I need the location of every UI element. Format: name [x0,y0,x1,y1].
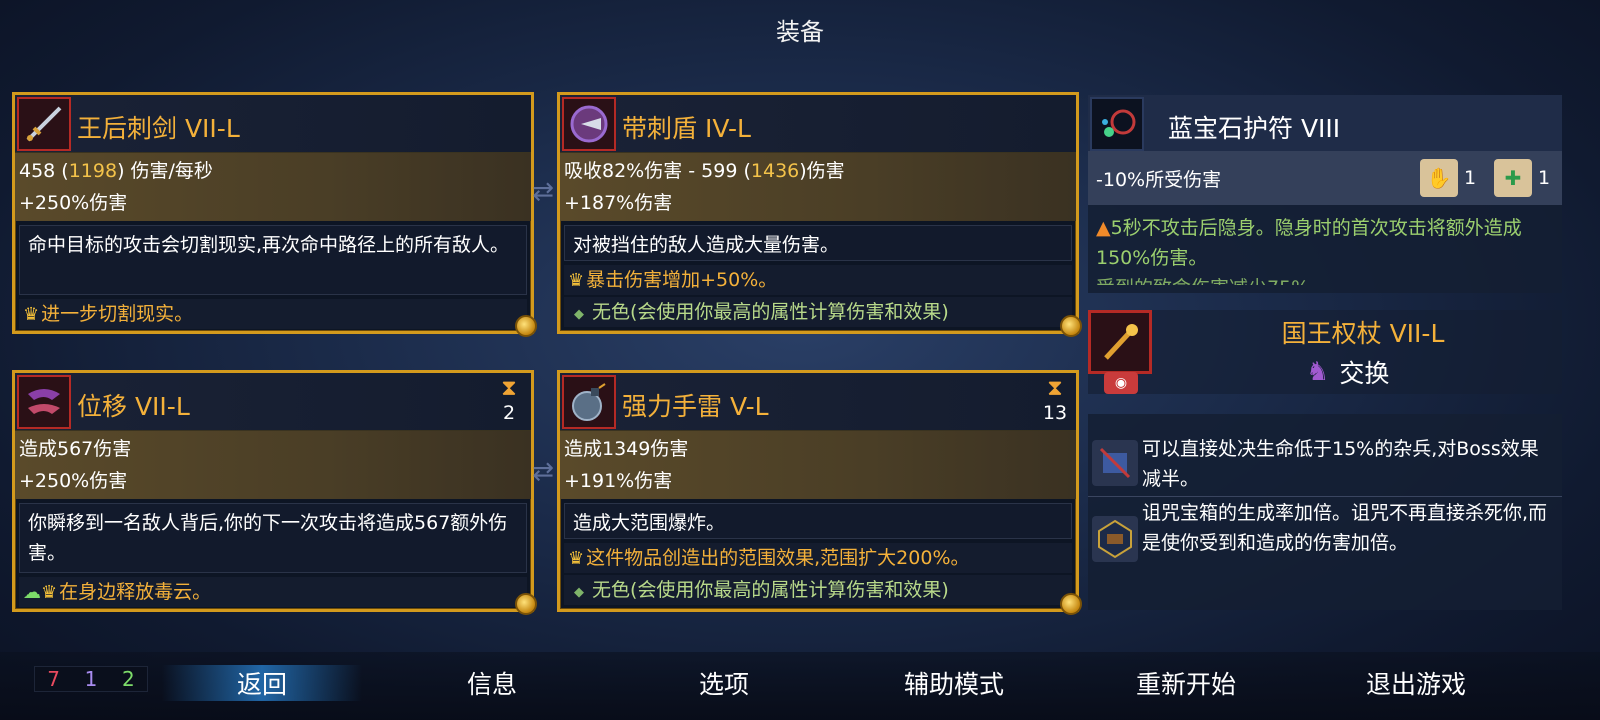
scepter-icon [1088,310,1152,374]
item-stats: 造成1349伤害 +191%伤害 [560,431,1076,499]
card-header: 王后刺剑 VII-L [15,95,531,153]
crown-icon: ♛ [41,582,58,603]
damage-bonus: +250%伤害 [19,192,128,214]
amulet-name: 蓝宝石护符 VIII [1168,114,1341,143]
item-description: 命中目标的攻击会切割现实,再次命中路径上的所有敌人。 [19,225,527,295]
grenade-icon [562,375,616,429]
legendary-affix: ☁♛ 在身边释放毒云。 [19,577,527,607]
crown-icon: ♛ [568,270,585,291]
item-name: 王后刺剑 VII-L [77,114,240,143]
skill-card-secondary[interactable]: 强力手雷 V-L ⧗ 13 造成1349伤害 +191%伤害 造成大范围爆炸。 … [557,370,1082,615]
menu-assist-mode-button[interactable]: 辅助模式 [854,665,1054,701]
brutality-scroll-icon: ✋ [1420,159,1458,197]
cursed-chest-icon [1092,516,1138,562]
affinity-line: ◆ 无色(会使用你最高的属性计算伤害和效果) [564,575,1072,605]
damage-bonus: +191%伤害 [564,470,673,492]
phaser-icon [17,375,71,429]
menu-options-button[interactable]: 选项 [624,665,824,701]
backpack-item-name: 国王权杖 VII-L [1281,319,1445,348]
amulet-header: 蓝宝石护符 VIII [1088,95,1562,151]
hourglass-icon: ⧗ [501,376,517,401]
scroll-red: ✋ 1 [1420,159,1476,197]
legendary-affix: ♛ 这件物品创造出的范围效果,范围扩大200%。 [564,543,1072,573]
amulet-icon [1090,97,1144,151]
cooldown-indicator: ⧗ 13 [1040,377,1070,425]
hourglass-icon: ⧗ [1047,376,1063,401]
item-description: 对被挡住的敌人造成大量伤害。 [564,225,1072,261]
swap-button[interactable]: ♞ 交换 [1306,354,1389,390]
damage-bonus: +187%伤害 [564,192,673,214]
damage-line: 造成567伤害 [19,438,132,460]
block-line: 吸收82%伤害 - 599 (1436)伤害 [564,160,845,182]
card-header: 强力手雷 V-L ⧗ 13 [560,373,1076,431]
item-name: 强力手雷 V-L [622,392,769,421]
poison-cloud-icon: ☁ [23,582,41,603]
damage-bonus: +250%伤害 [19,470,128,492]
cooldown-seconds: 2 [502,402,516,424]
menu-info-button[interactable]: 信息 [392,665,592,701]
brutality-count: 7 [47,667,61,691]
mutation-row[interactable]: 可以直接处决生命低于15%的杂兵,对Boss效果减半。 [1088,434,1562,494]
spiked-shield-icon [562,97,616,151]
affinity-line: ◆ 无色(会使用你最高的属性计算伤害和效果) [564,297,1072,327]
item-stats: 吸收82%伤害 - 599 (1436)伤害 +187%伤害 [560,153,1076,221]
mutation-row[interactable]: 诅咒宝箱的生成率加倍。诅咒不再直接杀死你,而是使你受到和造成的伤害加倍。 [1088,498,1562,562]
menu-restart-button[interactable]: 重新开始 [1086,665,1286,701]
divider [1088,496,1562,497]
flame-icon: ▲ [1096,217,1111,239]
swap-label: 交换 [1339,359,1390,388]
damage-line: 造成1349伤害 [564,438,689,460]
amulet-description: ▲5秒不攻击后隐身。隐身时的首次攻击将额外造成150%伤害。受到的致命伤害减少7… [1096,217,1522,285]
gold-corner-ornament [1060,593,1082,615]
item-name: 位移 VII-L [77,392,190,421]
amulet-panel[interactable]: 蓝宝石护符 VIII -10%所受伤害 ✋ 1 ✚ 1 ▲5秒不攻击后隐身。隐身… [1088,95,1562,293]
item-description: 你瞬移到一名敌人背后,你的下一次攻击将造成567额外伤害。 [19,503,527,573]
scroll-counter: 7 1 2 [34,666,148,692]
scroll-green: ✚ 1 [1494,159,1550,197]
crown-icon: ♛ [23,304,40,325]
cooldown-indicator: ⧗ 2 [497,377,521,425]
mutation-text: 诅咒宝箱的生成率加倍。诅咒不再直接杀死你,而是使你受到和造成的伤害加倍。 [1142,502,1548,554]
amulet-stat-row: -10%所受伤害 ✋ 1 ✚ 1 [1088,151,1562,205]
screen-title: 装备 [776,18,824,46]
rapier-icon [17,97,71,151]
execute-icon [1092,440,1138,486]
amulet-stat: -10%所受伤害 [1096,169,1222,191]
menu-back-button[interactable]: 返回 [162,665,362,701]
tactics-count: 1 [84,667,98,691]
gold-corner-ornament [1060,315,1082,337]
weapon-card-secondary[interactable]: 带刺盾 IV-L 吸收82%伤害 - 599 (1436)伤害 +187%伤害 … [557,92,1082,337]
skill-card-primary[interactable]: 位移 VII-L ⧗ 2 造成567伤害 +250%伤害 你瞬移到一名敌人背后,… [12,370,537,615]
weapon-card-primary[interactable]: 王后刺剑 VII-L 458 (1198) 伤害/每秒 +250%伤害 命中目标… [12,92,537,337]
swap-arrows-icon[interactable]: ⇄ [528,459,558,506]
diamond-icon: ◆ [574,585,584,600]
item-name: 带刺盾 IV-L [622,114,751,143]
cooldown-seconds: 13 [1042,402,1068,424]
item-stats: 458 (1198) 伤害/每秒 +250%伤害 [15,153,531,221]
gold-corner-ornament [515,315,537,337]
swap-arrows-icon[interactable]: ⇄ [528,179,558,226]
backpack-slot[interactable]: ◉ 国王权杖 VII-L ♞ 交换 [1088,310,1562,394]
dps-line: 458 (1198) 伤害/每秒 [19,160,213,182]
gold-corner-ornament [515,593,537,615]
crown-icon: ♛ [568,548,585,569]
card-header: 带刺盾 IV-L [560,95,1076,153]
legendary-affix: ♛ 进一步切割现实。 [19,299,527,329]
pig-badge-icon: ◉ [1104,372,1138,394]
mutations-panel: 可以直接处决生命低于15%的杂兵,对Boss效果减半。 诅咒宝箱的生成率加倍。诅… [1088,414,1562,610]
survival-scroll-icon: ✚ [1494,159,1532,197]
legendary-affix: ♛ 暴击伤害增加+50%。 [564,265,1072,295]
diamond-icon: ◆ [574,307,584,322]
mutation-text: 可以直接处决生命低于15%的杂兵,对Boss效果减半。 [1142,438,1539,490]
item-description: 造成大范围爆炸。 [564,503,1072,539]
card-header: 位移 VII-L ⧗ 2 [15,373,531,431]
menu-quit-button[interactable]: 退出游戏 [1316,665,1516,701]
swap-dog-icon: ♞ [1306,357,1330,387]
survival-count: 2 [121,667,135,691]
item-stats: 造成567伤害 +250%伤害 [15,431,531,499]
